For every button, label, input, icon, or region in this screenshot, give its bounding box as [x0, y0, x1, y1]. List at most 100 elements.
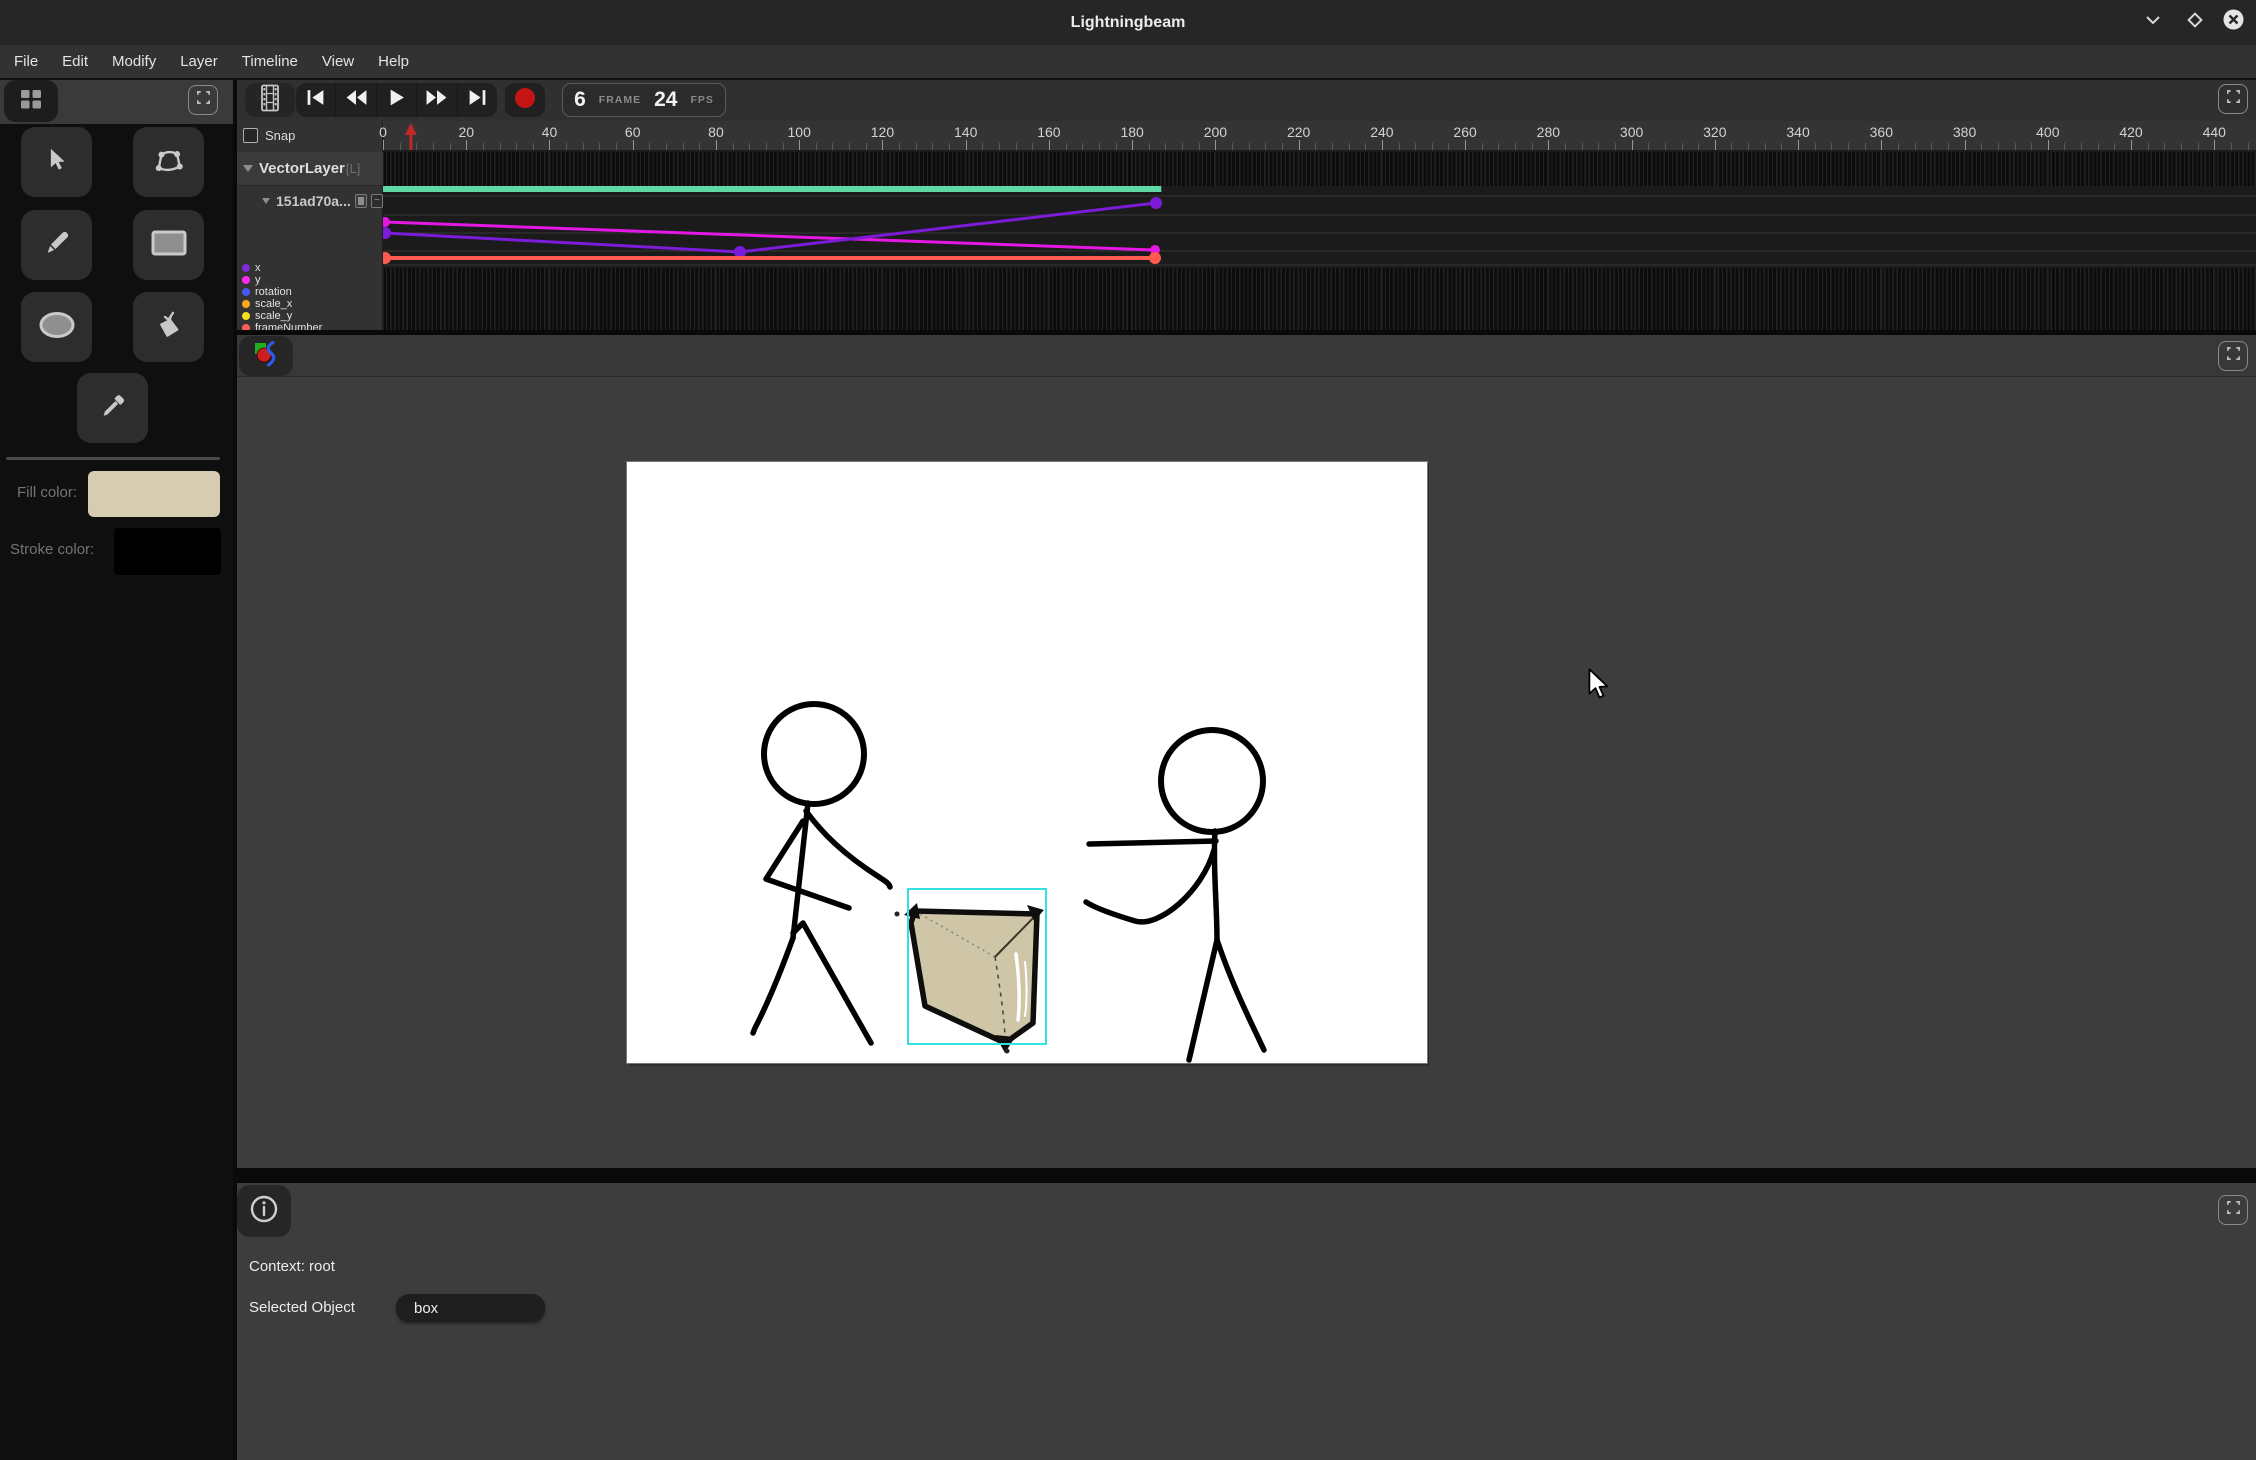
property-row-x[interactable]: x — [237, 262, 383, 274]
property-label: x — [255, 262, 261, 274]
keyframe-dot[interactable] — [1150, 197, 1162, 209]
transport-controls — [296, 83, 497, 117]
transform-icon — [152, 146, 186, 179]
property-label: frameNumber — [255, 322, 322, 330]
selected-object-field[interactable]: box — [396, 1294, 545, 1322]
menu-item-file[interactable]: File — [11, 51, 41, 72]
skip-to-end-button[interactable] — [458, 83, 497, 117]
pencil-icon — [43, 229, 71, 262]
keyframe-dot[interactable] — [1149, 252, 1161, 264]
keyframe-span-bar[interactable] — [383, 186, 1161, 192]
x-property-curve[interactable] — [385, 222, 1155, 250]
fps-value[interactable]: 24 — [654, 88, 677, 112]
timeline-expand-button[interactable] — [2218, 84, 2248, 114]
layer-row-vectorlayer[interactable]: VectorLayer [L] — [237, 152, 383, 186]
fast-forward-icon — [425, 88, 448, 112]
transform-tool[interactable] — [133, 127, 204, 197]
property-color-dot — [242, 324, 250, 330]
panel-grid-button[interactable] — [4, 80, 58, 122]
record-icon — [513, 86, 537, 115]
canvas-panel-header — [237, 335, 2256, 377]
property-row-rotation[interactable]: rotation — [237, 286, 383, 298]
layer-tween-toggle[interactable]: ~ — [371, 194, 383, 208]
skip-start-icon — [305, 88, 326, 112]
property-color-dot — [242, 264, 250, 272]
rectangle-tool[interactable] — [133, 210, 204, 280]
menu-item-edit[interactable]: Edit — [59, 51, 91, 72]
stick-figure-right[interactable] — [1086, 730, 1264, 1060]
menu-item-view[interactable]: View — [319, 51, 357, 72]
frame-counter: 6 FRAME 24 FPS — [562, 83, 726, 117]
property-row-framenumber[interactable]: frameNumber — [237, 322, 383, 330]
ellipse-tool[interactable] — [21, 292, 92, 362]
menu-item-modify[interactable]: Modify — [109, 51, 159, 72]
snap-checkbox[interactable] — [243, 128, 258, 143]
keyframe-dot[interactable] — [383, 217, 390, 227]
animation-curves[interactable] — [383, 121, 2256, 330]
info-button[interactable] — [237, 1185, 291, 1237]
current-frame-value[interactable]: 6 — [574, 88, 586, 112]
record-button[interactable] — [505, 83, 545, 117]
tool-panel-expand-button[interactable] — [188, 85, 218, 115]
close-button[interactable] — [2219, 8, 2247, 36]
diamond-icon — [2184, 9, 2206, 36]
frame-unit-label: FRAME — [599, 94, 641, 106]
film-strip-button[interactable] — [245, 83, 295, 117]
property-row-scale_x[interactable]: scale_x — [237, 298, 383, 310]
maximize-button[interactable] — [2181, 8, 2209, 36]
skip-to-start-button[interactable] — [296, 83, 336, 117]
box-object[interactable] — [895, 903, 1045, 1054]
grid-icon — [18, 87, 44, 116]
menu-item-layer[interactable]: Layer — [177, 51, 221, 72]
tool-panel-header — [0, 80, 233, 124]
layer-name: VectorLayer — [259, 160, 345, 177]
layer-row-object[interactable]: 151ad70a... ~ — [237, 186, 383, 216]
application-window: Lightningbeam File Edit Modify Layer Timelin… — [0, 0, 2256, 1460]
minimize-button[interactable] — [2139, 8, 2167, 36]
playhead-icon[interactable] — [405, 123, 417, 135]
property-color-dot — [242, 276, 250, 284]
timeline-frames-region[interactable]: 0204060801001201401601802002202402602803… — [383, 121, 2256, 330]
inspector-expand-button[interactable] — [2218, 1195, 2248, 1225]
canvas-expand-button[interactable] — [2218, 341, 2248, 371]
snap-label: Snap — [265, 128, 295, 143]
eyedropper-icon — [99, 392, 127, 425]
property-label: scale_y — [255, 310, 292, 322]
property-color-dot — [242, 300, 250, 308]
stroke-color-swatch[interactable] — [114, 528, 221, 575]
paint-bucket-tool[interactable] — [133, 292, 204, 362]
fill-color-swatch[interactable] — [88, 471, 220, 517]
play-button[interactable] — [377, 83, 417, 117]
fast-forward-button[interactable] — [417, 83, 457, 117]
expand-icon — [196, 90, 211, 110]
property-row-y[interactable]: y — [237, 274, 383, 286]
chevron-down-icon — [2142, 9, 2164, 36]
eyedropper-tool[interactable] — [77, 373, 148, 443]
expand-icon — [2226, 346, 2241, 366]
paint-bucket-icon — [154, 310, 184, 345]
menu-item-timeline[interactable]: Timeline — [239, 51, 301, 72]
property-row-scale_y[interactable]: scale_y — [237, 310, 383, 322]
close-circle-icon — [2222, 8, 2245, 36]
tool-panel: Fill color: Stroke color: — [0, 80, 233, 1460]
stick-figure-left[interactable] — [753, 704, 890, 1043]
canvas-panel — [237, 335, 2256, 1168]
rectangle-icon — [151, 230, 187, 261]
disclosure-triangle-icon[interactable] — [243, 165, 253, 172]
menu-item-help[interactable]: Help — [375, 51, 412, 72]
keyframe-dot[interactable] — [383, 227, 391, 239]
menu-bar: File Edit Modify Layer Timeline View Help — [0, 45, 2256, 80]
title-bar: Lightningbeam — [0, 0, 2256, 45]
layer-visibility-toggle[interactable] — [355, 194, 367, 208]
property-label: y — [255, 274, 261, 286]
playhead-stem[interactable] — [409, 134, 412, 150]
stage-canvas[interactable] — [627, 462, 1427, 1063]
disclosure-triangle-icon[interactable] — [262, 198, 270, 204]
keyframe-dot[interactable] — [383, 252, 391, 264]
rewind-button[interactable] — [336, 83, 376, 117]
shapes-button[interactable] — [239, 336, 293, 376]
fill-color-label: Fill color: — [17, 484, 77, 501]
selection-tool[interactable] — [21, 127, 92, 197]
window-title: Lightningbeam — [0, 0, 2256, 45]
pencil-tool[interactable] — [21, 210, 92, 280]
